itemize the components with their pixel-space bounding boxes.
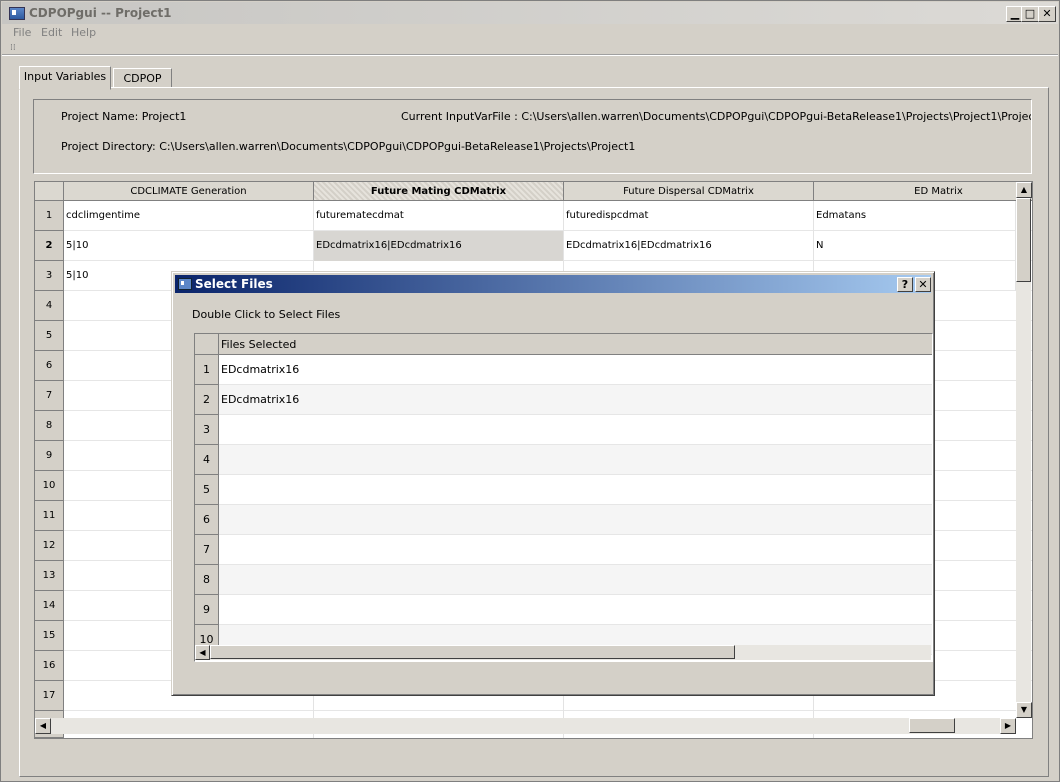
table-cell[interactable]: 5|10 <box>64 231 314 261</box>
row-header[interactable]: 2 <box>35 231 64 261</box>
row-header[interactable]: 5 <box>35 321 64 351</box>
toolbar-grip[interactable]: ⁞⁞ <box>10 43 16 53</box>
vertical-scroll-thumb[interactable] <box>1016 198 1031 282</box>
dialog-horizontal-scroll-thumb[interactable] <box>210 645 735 659</box>
project-directory-label: Project Directory: C:\Users\allen.warren… <box>61 140 636 153</box>
dialog-row-header[interactable]: 7 <box>195 535 219 565</box>
dialog-row-header[interactable]: 5 <box>195 475 219 505</box>
row-header[interactable]: 9 <box>35 441 64 471</box>
menu-help[interactable]: Help <box>71 26 96 39</box>
dialog-title: Select Files <box>195 277 273 291</box>
row-header[interactable]: 14 <box>35 591 64 621</box>
dialog-row-header[interactable]: 6 <box>195 505 219 535</box>
tab-input-variables[interactable]: Input Variables <box>19 66 111 90</box>
scroll-up-button[interactable]: ▲ <box>1016 182 1032 198</box>
table-vertical-scrollbar[interactable]: ▲ ▼ <box>1016 182 1032 718</box>
window-title: CDPOPgui -- Project1 <box>29 6 172 20</box>
dialog-row-header[interactable]: 2 <box>195 385 219 415</box>
file-cell[interactable] <box>219 535 932 565</box>
table-cell[interactable]: futuredispcdmat <box>564 201 814 231</box>
dialog-app-icon <box>178 278 192 290</box>
column-header-cdclimate[interactable]: CDCLIMATE Generation <box>64 182 314 201</box>
row-header[interactable]: 17 <box>35 681 64 711</box>
menu-edit[interactable]: Edit <box>41 26 62 39</box>
table-cell[interactable]: N <box>814 231 1016 261</box>
dialog-row-header[interactable]: 9 <box>195 595 219 625</box>
menu-bar: File Edit Help <box>2 24 1058 42</box>
row-header[interactable]: 4 <box>35 291 64 321</box>
scroll-down-button[interactable]: ▼ <box>1016 702 1032 718</box>
scroll-right-button[interactable]: ▶ <box>1000 718 1016 734</box>
file-cell[interactable]: EDcdmatrix16 <box>219 385 932 415</box>
row-header[interactable]: 8 <box>35 411 64 441</box>
dialog-table-corner <box>195 334 219 355</box>
table-cell[interactable]: futurematecdmat <box>314 201 564 231</box>
maximize-button[interactable]: □ <box>1021 6 1039 22</box>
column-header-ed-matrix[interactable]: ED Matrix <box>814 182 1032 201</box>
dialog-title-bar[interactable]: Select Files ? ✕ <box>175 275 931 293</box>
title-bar[interactable]: CDPOPgui -- Project1 ▁ □ ✕ <box>2 2 1058 24</box>
row-header[interactable]: 15 <box>35 621 64 651</box>
project-name-label: Project Name: Project1 <box>61 110 187 123</box>
dialog-scroll-left-button[interactable]: ◀ <box>195 645 210 660</box>
file-cell[interactable] <box>219 595 932 625</box>
row-header[interactable]: 6 <box>35 351 64 381</box>
file-cell[interactable]: EDcdmatrix16 <box>219 355 932 385</box>
app-icon <box>9 7 25 20</box>
close-button[interactable]: ✕ <box>1038 6 1056 22</box>
file-cell[interactable] <box>219 565 932 595</box>
dialog-close-button[interactable]: ✕ <box>915 277 931 292</box>
file-cell[interactable] <box>219 415 932 445</box>
table-corner <box>35 182 64 201</box>
row-header[interactable]: 7 <box>35 381 64 411</box>
column-header-future-dispersal[interactable]: Future Dispersal CDMatrix <box>564 182 814 201</box>
help-button[interactable]: ? <box>897 277 913 292</box>
table-cell[interactable]: EDcdmatrix16|EDcdmatrix16 <box>564 231 814 261</box>
dialog-horizontal-scrollbar[interactable]: ◀ <box>195 645 931 660</box>
column-header-files-selected[interactable]: Files Selected <box>219 334 932 355</box>
row-header[interactable]: 10 <box>35 471 64 501</box>
row-header[interactable]: 13 <box>35 561 64 591</box>
dialog-row-header[interactable]: 4 <box>195 445 219 475</box>
table-cell[interactable]: cdclimgentime <box>64 201 314 231</box>
column-header-future-mating[interactable]: Future Mating CDMatrix <box>314 182 564 201</box>
row-header[interactable]: 3 <box>35 261 64 291</box>
input-var-file-label: Current InputVarFile : C:\Users\allen.wa… <box>401 110 1031 123</box>
row-divider <box>64 710 1032 711</box>
scroll-left-button[interactable]: ◀ <box>35 718 51 734</box>
dialog-row-header[interactable]: 1 <box>195 355 219 385</box>
row-header[interactable]: 12 <box>35 531 64 561</box>
horizontal-scroll-thumb[interactable] <box>909 718 955 733</box>
file-cell[interactable] <box>219 475 932 505</box>
toolbar-separator <box>2 54 1058 56</box>
row-header[interactable]: 16 <box>35 651 64 681</box>
file-cell[interactable] <box>219 445 932 475</box>
menu-file[interactable]: File <box>13 26 31 39</box>
dialog-row-header[interactable]: 3 <box>195 415 219 445</box>
table-cell-selected[interactable]: EDcdmatrix16|EDcdmatrix16 <box>314 231 564 261</box>
dialog-row-header[interactable]: 8 <box>195 565 219 595</box>
row-header[interactable]: 11 <box>35 501 64 531</box>
row-header[interactable]: 1 <box>35 201 64 231</box>
table-horizontal-scrollbar[interactable]: ◀ ▶ <box>35 718 1016 734</box>
table-cell[interactable]: Edmatans <box>814 201 1016 231</box>
file-cell[interactable] <box>219 505 932 535</box>
dialog-instruction: Double Click to Select Files <box>192 308 341 321</box>
files-selected-table: Files Selected 1 2 3 4 5 6 7 8 9 10 EDcd… <box>194 333 933 662</box>
